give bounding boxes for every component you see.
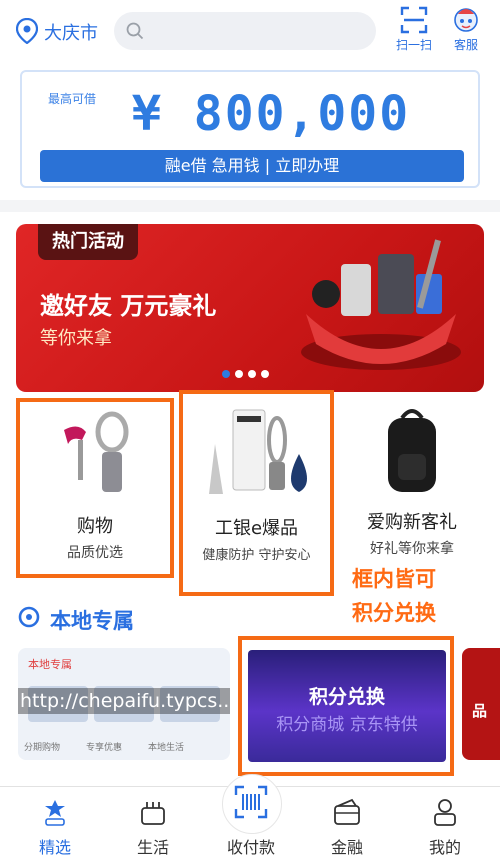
banner-subtitle: 等你来拿 <box>40 328 112 349</box>
loan-button-label: 融e借 急用钱 | 立即办理 <box>164 156 340 175</box>
search-icon <box>126 22 144 40</box>
card-right-label: 品 <box>472 702 488 720</box>
carousel-dot[interactable] <box>261 370 269 378</box>
customer-service-button[interactable]: 客服 <box>444 6 488 54</box>
card-url-overlay: http://chepaifu.typcs... <box>18 688 230 714</box>
location-pin-icon <box>18 606 40 628</box>
section-divider <box>0 200 500 212</box>
card-header: 本地专属 <box>28 658 72 671</box>
product-tile-ebaopin[interactable]: 工银e爆品 健康防护 守护安心 <box>179 390 334 596</box>
nav-label: 我的 <box>428 838 461 857</box>
product-tile-title: 爱购新客礼 <box>367 512 457 533</box>
product-tile-title: 购物 <box>77 516 113 537</box>
product-tile-shopping[interactable]: 购物 品质优选 <box>16 398 174 578</box>
location-pin-icon <box>16 18 38 44</box>
nav-item-pay[interactable]: 收付款 <box>206 785 296 857</box>
nav-label: 生活 <box>136 838 169 857</box>
nav-item-finance[interactable]: 金融 <box>302 792 392 857</box>
nav-label: 收付款 <box>226 838 275 857</box>
points-exchange-annotation: 框内皆可 积分兑换 <box>352 562 472 630</box>
annotation-line-1: 框内皆可 <box>352 567 436 591</box>
card-tab: 专享优惠 <box>86 743 123 753</box>
wallet-icon <box>334 798 360 825</box>
nav-item-home[interactable]: 精选 <box>10 792 100 857</box>
card-tabs: 分期购物 专享优惠 本地生活 <box>24 740 224 753</box>
nav-item-life[interactable]: 生活 <box>108 792 198 857</box>
product-tile-subtitle: 好礼等你来拿 <box>370 541 454 557</box>
hair-dryer-fan-icon <box>64 411 129 492</box>
banner-title: 邀好友 万元豪礼 <box>40 292 217 320</box>
gift-box-illustration <box>301 239 461 370</box>
local-card-right[interactable]: 品 <box>462 648 500 760</box>
scan-icon <box>400 6 428 34</box>
nav-item-me[interactable]: 我的 <box>400 792 490 857</box>
carousel-indicator[interactable] <box>222 363 274 382</box>
profile-icon <box>434 799 456 826</box>
robot-assistant-icon <box>454 8 478 32</box>
loan-card[interactable]: 最高可借 ¥ 800,000 融e借 急用钱 | 立即办理 <box>20 70 480 188</box>
home-icon <box>45 800 65 826</box>
card-tab: 本地生活 <box>148 743 185 753</box>
search-bar[interactable] <box>114 12 376 50</box>
carousel-dot[interactable] <box>248 370 256 378</box>
carousel-dot[interactable] <box>235 370 243 378</box>
service-label: 客服 <box>453 38 478 52</box>
scan-label: 扫一扫 <box>395 38 432 52</box>
air-purifier-icon <box>209 409 307 494</box>
points-mall-subtitle: 积分商城 京东特供 <box>276 715 418 735</box>
nav-label: 精选 <box>38 838 71 857</box>
apply-loan-button[interactable]: 融e借 急用钱 | 立即办理 <box>40 150 464 182</box>
product-tile-subtitle: 品质优选 <box>67 545 123 561</box>
life-icon <box>141 802 165 825</box>
product-tile-title: 工银e爆品 <box>214 518 299 539</box>
product-tile-new-customer[interactable]: 爱购新客礼 好礼等你来拿 <box>338 398 486 578</box>
loan-amount: ¥ 800,000 <box>132 86 411 142</box>
local-section-title: 本地专属 <box>50 609 134 633</box>
loan-limit-label: 最高可借 <box>48 92 97 106</box>
backpack-icon <box>388 409 436 492</box>
nav-label: 金融 <box>330 838 363 857</box>
points-mall-banner: 积分商城 京东特供 积分兑换 <box>248 650 446 762</box>
carousel-dot-active[interactable] <box>222 370 230 378</box>
local-card-left[interactable]: 本地专属 http://chepaifu.typcs... 分期购物 专享优惠 本地… <box>18 648 230 760</box>
promo-banner[interactable]: 热门活动 邀好友 万元豪礼 等你来拿 <box>16 224 484 392</box>
scan-button[interactable]: 扫一扫 <box>392 6 436 54</box>
card-tab: 分期购物 <box>24 743 61 753</box>
city-selector[interactable]: 大庆市 <box>44 19 98 45</box>
product-tile-subtitle: 健康防护 守护安心 <box>202 548 311 563</box>
qr-pay-icon <box>234 785 268 819</box>
points-exchange-label: 积分兑换 <box>308 686 385 708</box>
points-mall-card[interactable]: 积分商城 京东特供 积分兑换 <box>238 636 454 776</box>
annotation-line-2: 积分兑换 <box>352 601 436 625</box>
banner-tag: 热门活动 <box>38 224 138 260</box>
